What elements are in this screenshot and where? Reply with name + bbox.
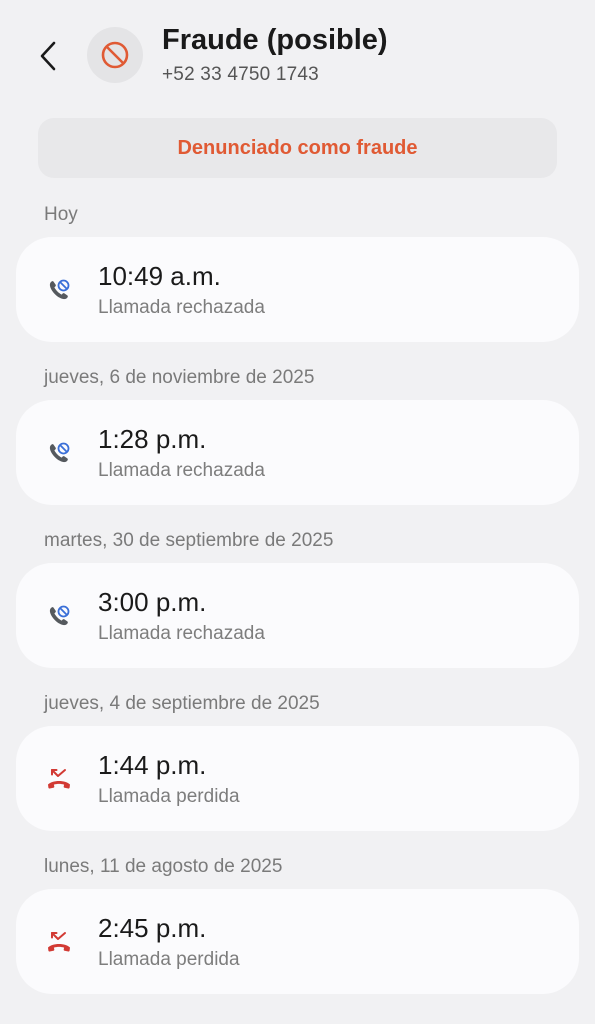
chevron-left-icon xyxy=(40,41,56,71)
call-time: 1:44 p.m. xyxy=(98,750,207,780)
call-status: Llamada rechazada xyxy=(98,460,265,481)
call-status: Llamada perdida xyxy=(98,949,240,970)
call-time: 10:49 a.m. xyxy=(98,261,221,291)
rejected-call-icon xyxy=(46,603,72,629)
call-log-item[interactable]: 10:49 a.m. Llamada rechazada xyxy=(16,237,579,342)
date-section-label: martes, 30 de septiembre de 2025 xyxy=(44,530,334,551)
call-status: Llamada rechazada xyxy=(98,297,265,318)
call-status: Llamada rechazada xyxy=(98,623,265,644)
call-status: Llamada perdida xyxy=(98,786,240,807)
call-log-item[interactable]: 1:44 p.m. Llamada perdida xyxy=(16,726,579,831)
phone-number: +52 33 4750 1743 xyxy=(162,64,319,85)
date-section-label: jueves, 4 de septiembre de 2025 xyxy=(44,693,320,714)
date-section-label: Hoy xyxy=(44,204,78,225)
call-time: 2:45 p.m. xyxy=(98,913,207,943)
blocked-icon xyxy=(101,41,129,69)
contact-title: Fraude (posible) xyxy=(162,24,388,56)
call-time: 1:28 p.m. xyxy=(98,424,207,454)
missed-call-icon xyxy=(46,766,72,792)
back-button[interactable] xyxy=(30,36,66,76)
missed-call-icon xyxy=(46,929,72,955)
date-section-label: jueves, 6 de noviembre de 2025 xyxy=(44,367,315,388)
call-time: 3:00 p.m. xyxy=(98,587,207,617)
rejected-call-icon xyxy=(46,277,72,303)
date-section-label: lunes, 11 de agosto de 2025 xyxy=(44,856,283,877)
call-log-item[interactable]: 3:00 p.m. Llamada rechazada xyxy=(16,563,579,668)
reported-fraud-banner[interactable]: Denunciado como fraude xyxy=(38,118,557,178)
call-log-item[interactable]: 1:28 p.m. Llamada rechazada xyxy=(16,400,579,505)
call-log-item[interactable]: 2:45 p.m. Llamada perdida xyxy=(16,889,579,994)
avatar xyxy=(87,27,143,83)
header: Fraude (posible) +52 33 4750 1743 xyxy=(0,0,595,110)
rejected-call-icon xyxy=(46,440,72,466)
